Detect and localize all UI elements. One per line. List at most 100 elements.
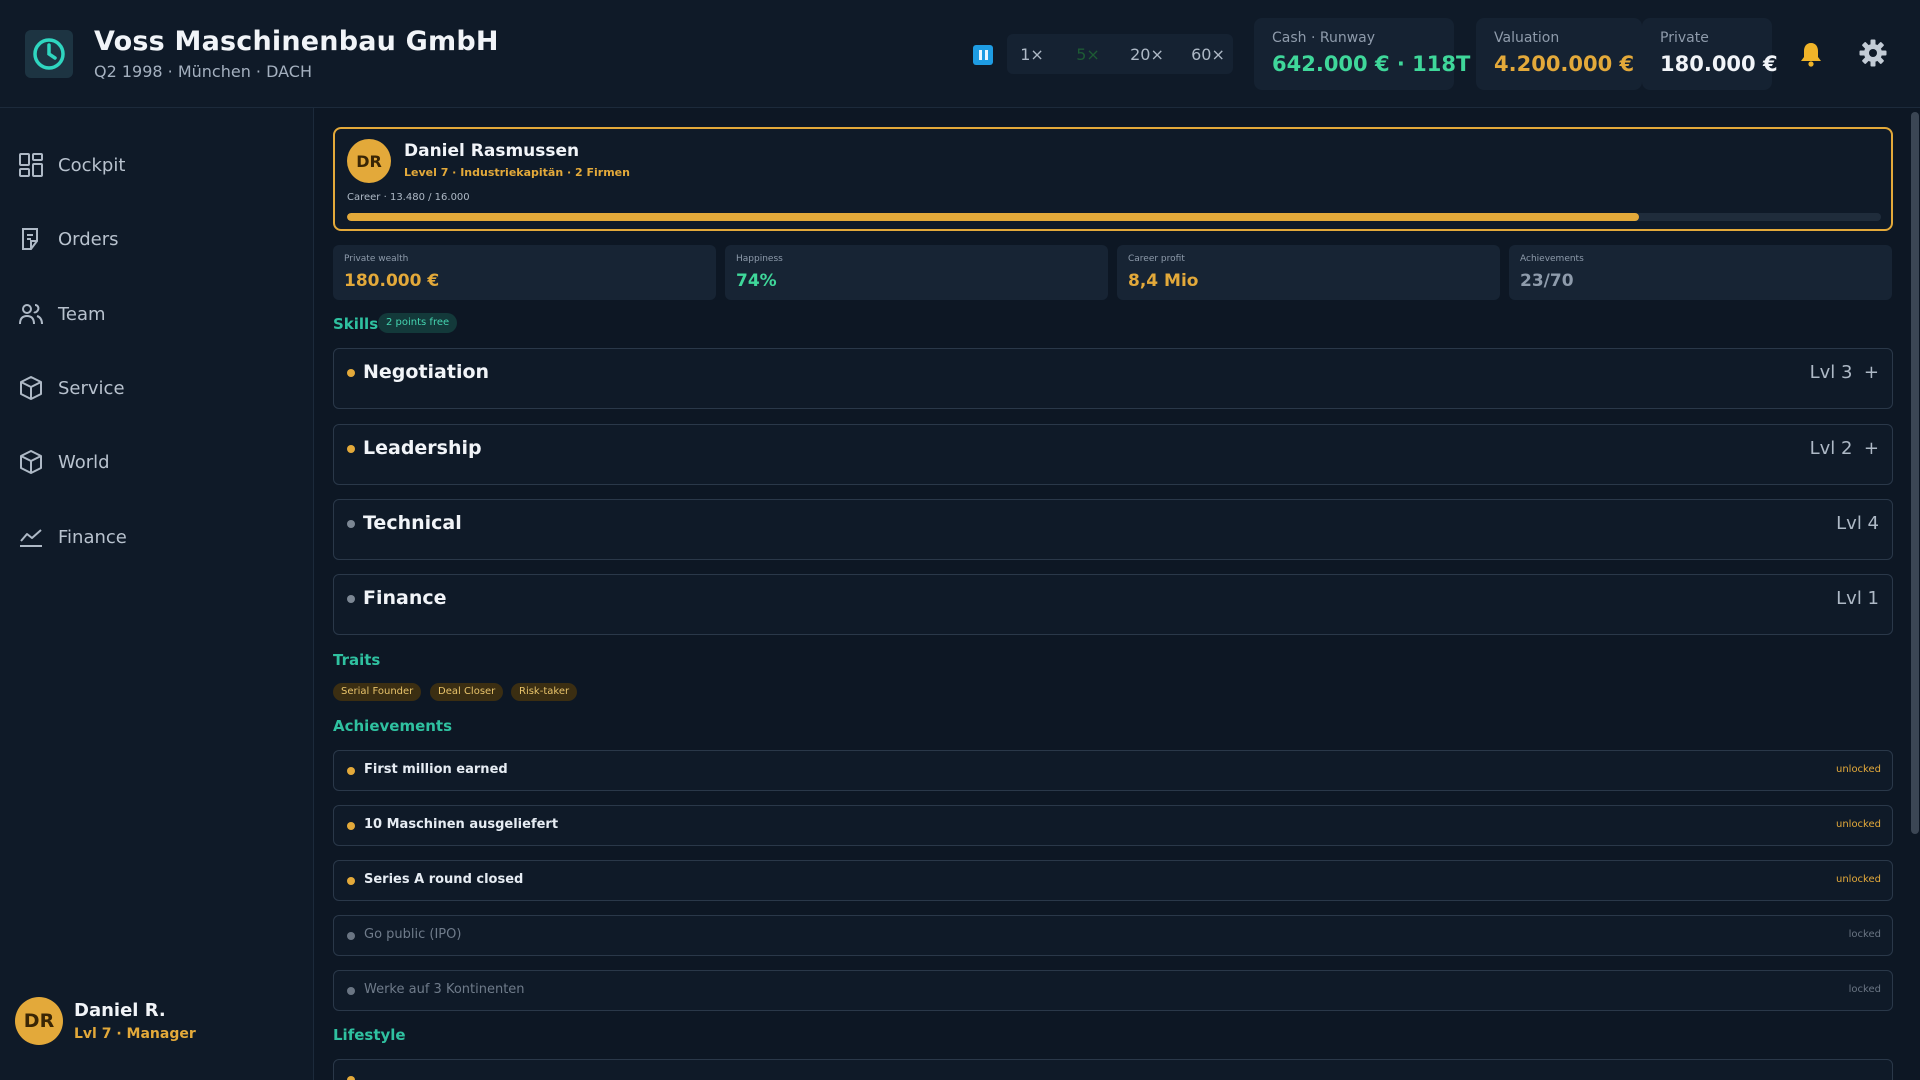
status-dot	[347, 987, 355, 995]
skills-heading: Skills	[333, 315, 379, 333]
achievement-row: First million earned unlocked	[333, 750, 1893, 791]
user-name: Daniel R.	[74, 1000, 166, 1021]
status-dot	[347, 445, 355, 453]
private-label: Private	[1660, 30, 1709, 46]
skill-name: Finance	[363, 587, 447, 609]
career-progress-fill	[347, 213, 1640, 221]
stat-label: Happiness	[736, 254, 783, 264]
sidebar-item-service[interactable]: Service	[0, 362, 314, 414]
sidebar-item-cockpit[interactable]: Cockpit	[0, 139, 314, 191]
skill-row-technical[interactable]: Technical Lvl 4	[333, 499, 1893, 560]
achievement-name: Werke auf 3 Kontinenten	[364, 982, 525, 997]
profile-card: DR Daniel Rasmussen Level 7 · Industriek…	[333, 127, 1893, 231]
achievement-row: Go public (IPO) locked	[333, 915, 1893, 956]
stat-label: Achievements	[1520, 254, 1584, 264]
skill-level: Lvl 2 +	[1809, 438, 1879, 459]
stat-label: Private wealth	[344, 254, 409, 264]
speed-60x-button[interactable]: 60×	[1183, 34, 1233, 74]
skill-level: Lvl 4	[1836, 513, 1879, 534]
stat-achievements: Achievements 23/70	[1509, 245, 1892, 300]
achievement-row: Series A round closed unlocked	[333, 860, 1893, 901]
sidebar-item-orders[interactable]: Orders	[0, 213, 314, 265]
achievement-name: First million earned	[364, 762, 508, 777]
box-icon	[20, 376, 42, 400]
cash-runway-card: Cash · Runway 642.000 € · 118T	[1254, 18, 1470, 90]
traits-heading: Traits	[333, 651, 381, 669]
skill-upgrade-button[interactable]: +	[1864, 438, 1879, 459]
skill-upgrade-button[interactable]: +	[1864, 362, 1879, 383]
trait-badge: Serial Founder	[333, 683, 422, 701]
achievement-name: Series A round closed	[364, 872, 524, 887]
avatar: DR	[347, 139, 391, 183]
stat-label: Career profit	[1128, 254, 1185, 264]
skill-points-badge: 2 points free	[378, 313, 458, 333]
stat-value: 8,4 Mio	[1128, 271, 1199, 291]
speed-20x-button[interactable]: 20×	[1122, 34, 1172, 74]
bell-icon[interactable]	[1797, 40, 1825, 68]
status-dot	[347, 1076, 355, 1080]
career-label: Career · 13.480 / 16.000	[347, 192, 470, 203]
dashboard-icon	[19, 153, 43, 177]
achievement-status: unlocked	[1835, 764, 1881, 775]
sidebar-item-label: Team	[58, 303, 106, 325]
achievement-status: unlocked	[1835, 819, 1881, 830]
user-level: Lvl 7 · Manager	[74, 1026, 196, 1042]
top-bar: Voss Maschinenbau GmbH Q2 1998 · München…	[0, 0, 1920, 108]
sidebar-item-label: World	[58, 451, 110, 473]
stat-value: 74%	[736, 271, 777, 291]
lifestyle-heading: Lifestyle	[333, 1026, 406, 1044]
sidebar-item-world[interactable]: World	[0, 436, 314, 488]
career-progress-bar	[347, 213, 1881, 221]
cash-runway-label: Cash · Runway	[1272, 30, 1376, 46]
achievements-heading: Achievements	[333, 717, 453, 735]
clipboard-icon	[22, 228, 38, 250]
achievement-status: locked	[1848, 929, 1881, 940]
private-value: 180.000 €	[1660, 52, 1778, 76]
company-name: Voss Maschinenbau GmbH	[94, 26, 499, 57]
gear-icon[interactable]	[1858, 38, 1888, 68]
skill-row-finance[interactable]: Finance Lvl 1	[333, 574, 1893, 635]
status-dot	[347, 595, 355, 603]
pause-button[interactable]	[973, 45, 993, 65]
speed-selector: 1× 5× 20× 60×	[1007, 34, 1233, 74]
box-icon	[20, 450, 42, 474]
stat-happiness: Happiness 74%	[725, 245, 1108, 300]
status-dot	[347, 767, 355, 775]
skill-name: Technical	[363, 512, 462, 534]
company-subtitle: Q2 1998 · München · DACH	[94, 62, 313, 81]
sidebar-item-label: Cockpit	[58, 154, 126, 176]
skill-level: Lvl 3 +	[1809, 362, 1879, 383]
valuation-label: Valuation	[1494, 30, 1560, 46]
skill-row-negotiation[interactable]: Negotiation Lvl 3 +	[333, 348, 1893, 409]
trait-badge: Risk-taker	[511, 683, 578, 701]
valuation-card: Valuation 4.200.000 €	[1476, 18, 1642, 90]
valuation-value: 4.200.000 €	[1494, 52, 1635, 76]
skill-row-leadership[interactable]: Leadership Lvl 2 +	[333, 424, 1893, 485]
profile-subtitle: Level 7 · Industriekapitän · 2 Firmen	[404, 166, 630, 179]
sidebar-item-finance[interactable]: Finance	[0, 511, 314, 563]
status-dot	[347, 369, 355, 377]
sidebar-item-label: Service	[58, 377, 125, 399]
achievement-name: Go public (IPO)	[364, 927, 462, 942]
speed-1x-button[interactable]: 1×	[1007, 34, 1057, 74]
sidebar-item-label: Finance	[58, 526, 127, 548]
avatar[interactable]: DR	[15, 997, 63, 1045]
private-card: Private 180.000 €	[1642, 18, 1778, 90]
users-icon	[19, 304, 43, 325]
stat-value: 23/70	[1520, 271, 1574, 291]
stat-private-wealth: Private wealth 180.000 €	[333, 245, 716, 300]
status-dot	[347, 520, 355, 528]
achievement-row: 10 Maschinen ausgeliefert unlocked	[333, 805, 1893, 846]
stat-career-profit: Career profit 8,4 Mio	[1117, 245, 1500, 300]
scrollbar-thumb[interactable]	[1911, 112, 1919, 834]
achievement-row: Werke auf 3 Kontinenten locked	[333, 970, 1893, 1011]
status-dot	[347, 822, 355, 830]
profile-name: Daniel Rasmussen	[404, 141, 580, 161]
status-dot	[347, 932, 355, 940]
stat-value: 180.000 €	[344, 271, 440, 291]
speed-5x-button[interactable]: 5×	[1063, 34, 1113, 74]
status-dot	[347, 877, 355, 885]
achievement-status: locked	[1848, 984, 1881, 995]
sidebar-item-team[interactable]: Team	[0, 288, 314, 340]
lifestyle-row[interactable]	[333, 1059, 1893, 1080]
